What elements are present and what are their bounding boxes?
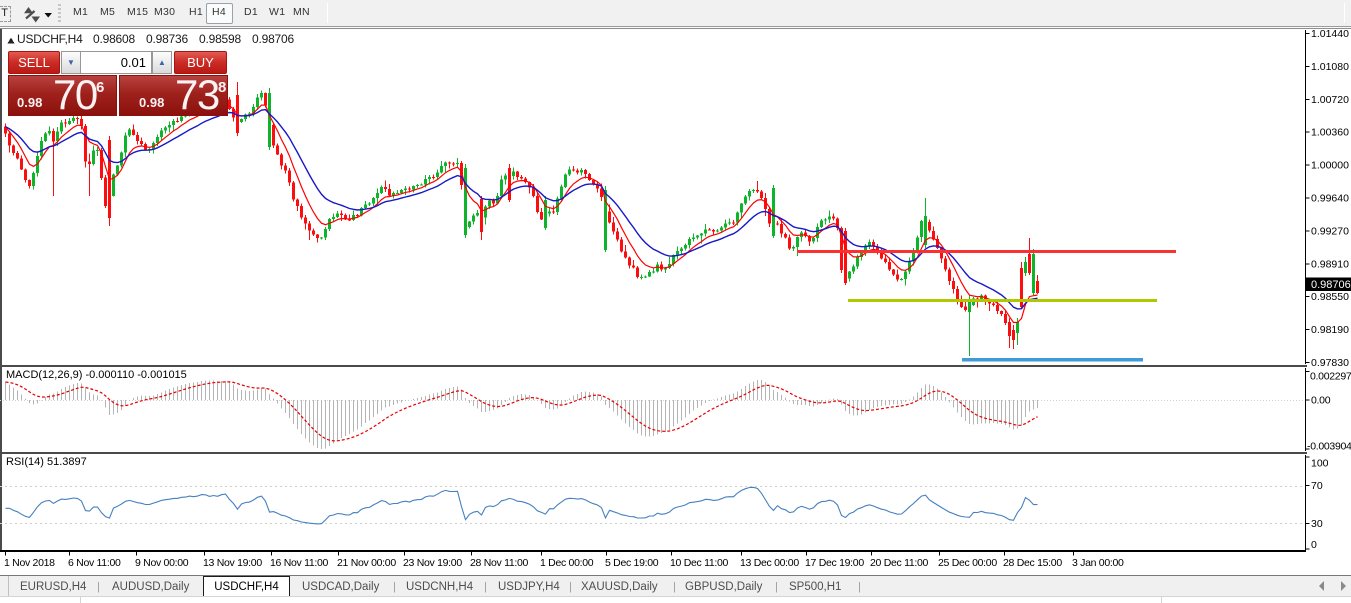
svg-text:1.00720: 1.00720	[1311, 94, 1349, 106]
svg-text:28 Dec 15:00: 28 Dec 15:00	[1003, 557, 1062, 569]
svg-text:1 Dec 00:00: 1 Dec 00:00	[540, 557, 594, 569]
svg-text:0.98598: 0.98598	[199, 32, 242, 46]
svg-text:0.98736: 0.98736	[146, 32, 189, 46]
svg-text:0.98550: 0.98550	[1311, 291, 1349, 303]
svg-text:1.01440: 1.01440	[1311, 28, 1349, 40]
svg-text:1.01080: 1.01080	[1311, 61, 1349, 73]
svg-text:17 Dec 19:00: 17 Dec 19:00	[805, 557, 864, 569]
svg-text:0.99640: 0.99640	[1311, 193, 1349, 205]
svg-text:USDCHF,H4: USDCHF,H4	[17, 32, 83, 46]
svg-text:23 Nov 19:00: 23 Nov 19:00	[403, 557, 462, 569]
svg-text:1.00360: 1.00360	[1311, 127, 1349, 139]
svg-text:30: 30	[1311, 518, 1323, 530]
svg-text:28 Nov 11:00: 28 Nov 11:00	[470, 557, 529, 569]
svg-text:0.98910: 0.98910	[1311, 258, 1349, 270]
svg-text:13 Dec 00:00: 13 Dec 00:00	[740, 557, 799, 569]
svg-text:RSI(14) 51.3897: RSI(14) 51.3897	[6, 456, 87, 468]
svg-text:0.98608: 0.98608	[93, 32, 136, 46]
svg-text:21 Nov 00:00: 21 Nov 00:00	[337, 557, 396, 569]
svg-text:MACD(12,26,9) -0.000110 -0.001: MACD(12,26,9) -0.000110 -0.001015	[6, 369, 187, 381]
svg-text:3 Jan 00:00: 3 Jan 00:00	[1072, 557, 1124, 569]
svg-text:0.97830: 0.97830	[1311, 357, 1349, 369]
svg-text:16 Nov 11:00: 16 Nov 11:00	[270, 557, 329, 569]
svg-text:0.00: 0.00	[1311, 395, 1331, 407]
svg-text:13 Nov 19:00: 13 Nov 19:00	[203, 557, 262, 569]
svg-text:0.002297: 0.002297	[1310, 370, 1351, 382]
svg-text:6 Nov 11:00: 6 Nov 11:00	[68, 557, 121, 569]
svg-text:1.00000: 1.00000	[1311, 160, 1349, 172]
svg-text:5 Dec 19:00: 5 Dec 19:00	[605, 557, 659, 569]
svg-text:0.99270: 0.99270	[1311, 225, 1349, 237]
svg-text:9 Nov 00:00: 9 Nov 00:00	[135, 557, 189, 569]
svg-text:25 Dec 00:00: 25 Dec 00:00	[938, 557, 997, 569]
svg-text:0.98706: 0.98706	[1311, 279, 1351, 291]
svg-text:-0.003904: -0.003904	[1307, 441, 1351, 453]
svg-text:10 Dec 11:00: 10 Dec 11:00	[670, 557, 729, 569]
svg-text:0.98706: 0.98706	[252, 32, 295, 46]
svg-text:20 Dec 11:00: 20 Dec 11:00	[870, 557, 929, 569]
svg-text:0.98190: 0.98190	[1311, 324, 1349, 336]
svg-text:1 Nov 2018: 1 Nov 2018	[4, 557, 55, 569]
svg-text:70: 70	[1311, 480, 1323, 492]
svg-text:100: 100	[1311, 457, 1329, 469]
svg-text:0: 0	[1311, 539, 1317, 551]
